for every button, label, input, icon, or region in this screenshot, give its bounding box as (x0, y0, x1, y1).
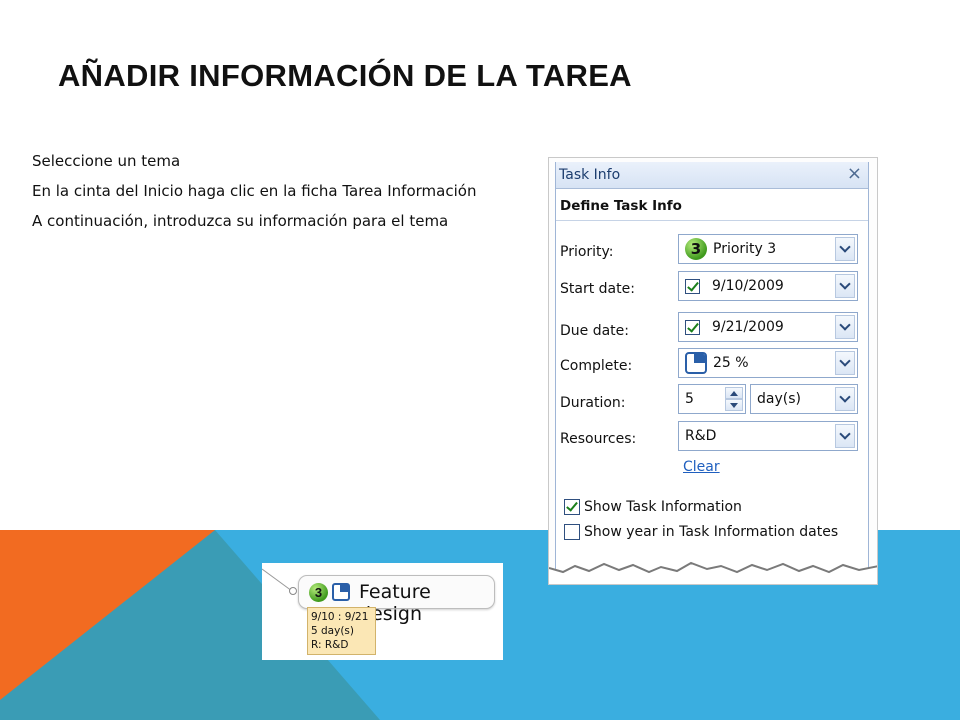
spin-down-icon[interactable] (725, 399, 743, 411)
task-dates: 9/10 : 9/21 (311, 611, 369, 623)
resources-value: R&D (685, 428, 717, 444)
priority-select[interactable]: 3 Priority 3 (678, 234, 858, 264)
show-year-label: Show year in Task Information dates (584, 524, 839, 540)
panel-title: Task Info (559, 167, 621, 183)
topic-preview: 3 Feature design 9/10 : 9/21 5 day(s) R:… (262, 563, 503, 660)
duration-unit-value: day(s) (757, 391, 801, 407)
due-date-text: 9/21/2009 (712, 319, 784, 335)
task-info-panel: Task Info × Define Task Info Priority: 3… (548, 157, 878, 585)
complete-label: Complete: (560, 358, 633, 374)
start-date-text: 9/10/2009 (712, 278, 784, 294)
section-divider (556, 220, 868, 221)
task-resources: R: R&D (311, 639, 349, 651)
chevron-down-icon[interactable] (835, 351, 855, 375)
complete-value: 25 % (685, 352, 749, 374)
slide-title: AÑADIR INFORMACIÓN DE LA TAREA (58, 58, 632, 93)
show-year-option[interactable]: Show year in Task Information dates (564, 524, 838, 540)
topic-box[interactable]: 3 Feature design (298, 575, 495, 625)
priority-3-icon: 3 (309, 583, 328, 602)
duration-unit-select[interactable]: day(s) (750, 384, 858, 414)
show-task-info-label: Show Task Information (584, 499, 742, 515)
topic-connector-dot (289, 587, 297, 595)
panel-header: Task Info × (556, 162, 868, 189)
resources-select[interactable]: R&D (678, 421, 858, 451)
chevron-down-icon[interactable] (835, 424, 855, 448)
complete-text: 25 % (713, 355, 749, 371)
due-date-picker[interactable]: 9/21/2009 (678, 312, 858, 342)
complete-select[interactable]: 25 % (678, 348, 858, 378)
torn-edge (549, 561, 877, 584)
chevron-down-icon[interactable] (835, 274, 855, 298)
priority-3-icon: 3 (685, 238, 707, 260)
bullet-item: Seleccione un tema (32, 152, 181, 170)
task-info-pane: Task Info × Define Task Info Priority: 3… (555, 162, 869, 584)
duration-label: Duration: (560, 395, 626, 411)
duration-spinner (725, 387, 743, 411)
bullet-list: Seleccione un tema En la cinta del Inici… (32, 150, 502, 240)
close-icon[interactable]: × (847, 163, 862, 184)
duration-value: 5 (685, 391, 694, 407)
show-task-info-checkbox[interactable] (564, 499, 580, 515)
spin-up-icon[interactable] (725, 387, 743, 399)
show-task-info-option[interactable]: Show Task Information (564, 499, 742, 515)
priority-label: Priority: (560, 244, 614, 260)
section-title: Define Task Info (560, 198, 682, 214)
chevron-down-icon[interactable] (835, 387, 855, 411)
priority-text: Priority 3 (713, 241, 777, 257)
chevron-down-icon[interactable] (835, 315, 855, 339)
resources-label: Resources: (560, 431, 637, 447)
due-date-checkbox[interactable] (685, 319, 700, 335)
bullet-item: En la cinta del Inicio haga clic en la f… (32, 182, 477, 200)
connector-line (262, 568, 293, 592)
progress-25-icon (685, 352, 707, 374)
start-date-value: 9/10/2009 (685, 278, 784, 294)
topic-title: Feature design (359, 581, 431, 625)
progress-25-icon (332, 583, 350, 601)
task-duration: 5 day(s) (311, 625, 354, 637)
bullet-item: A continuación, introduzca su informació… (32, 212, 449, 230)
start-date-label: Start date: (560, 281, 635, 297)
task-info-note: 9/10 : 9/21 5 day(s) R: R&D (307, 607, 376, 655)
chevron-down-icon[interactable] (835, 237, 855, 261)
due-date-label: Due date: (560, 323, 630, 339)
start-date-picker[interactable]: 9/10/2009 (678, 271, 858, 301)
show-year-checkbox[interactable] (564, 524, 580, 540)
clear-link[interactable]: Clear (683, 459, 720, 475)
start-date-checkbox[interactable] (685, 278, 700, 294)
due-date-value: 9/21/2009 (685, 319, 784, 335)
priority-value: 3 Priority 3 (685, 238, 776, 260)
duration-stepper[interactable]: 5 (678, 384, 746, 414)
